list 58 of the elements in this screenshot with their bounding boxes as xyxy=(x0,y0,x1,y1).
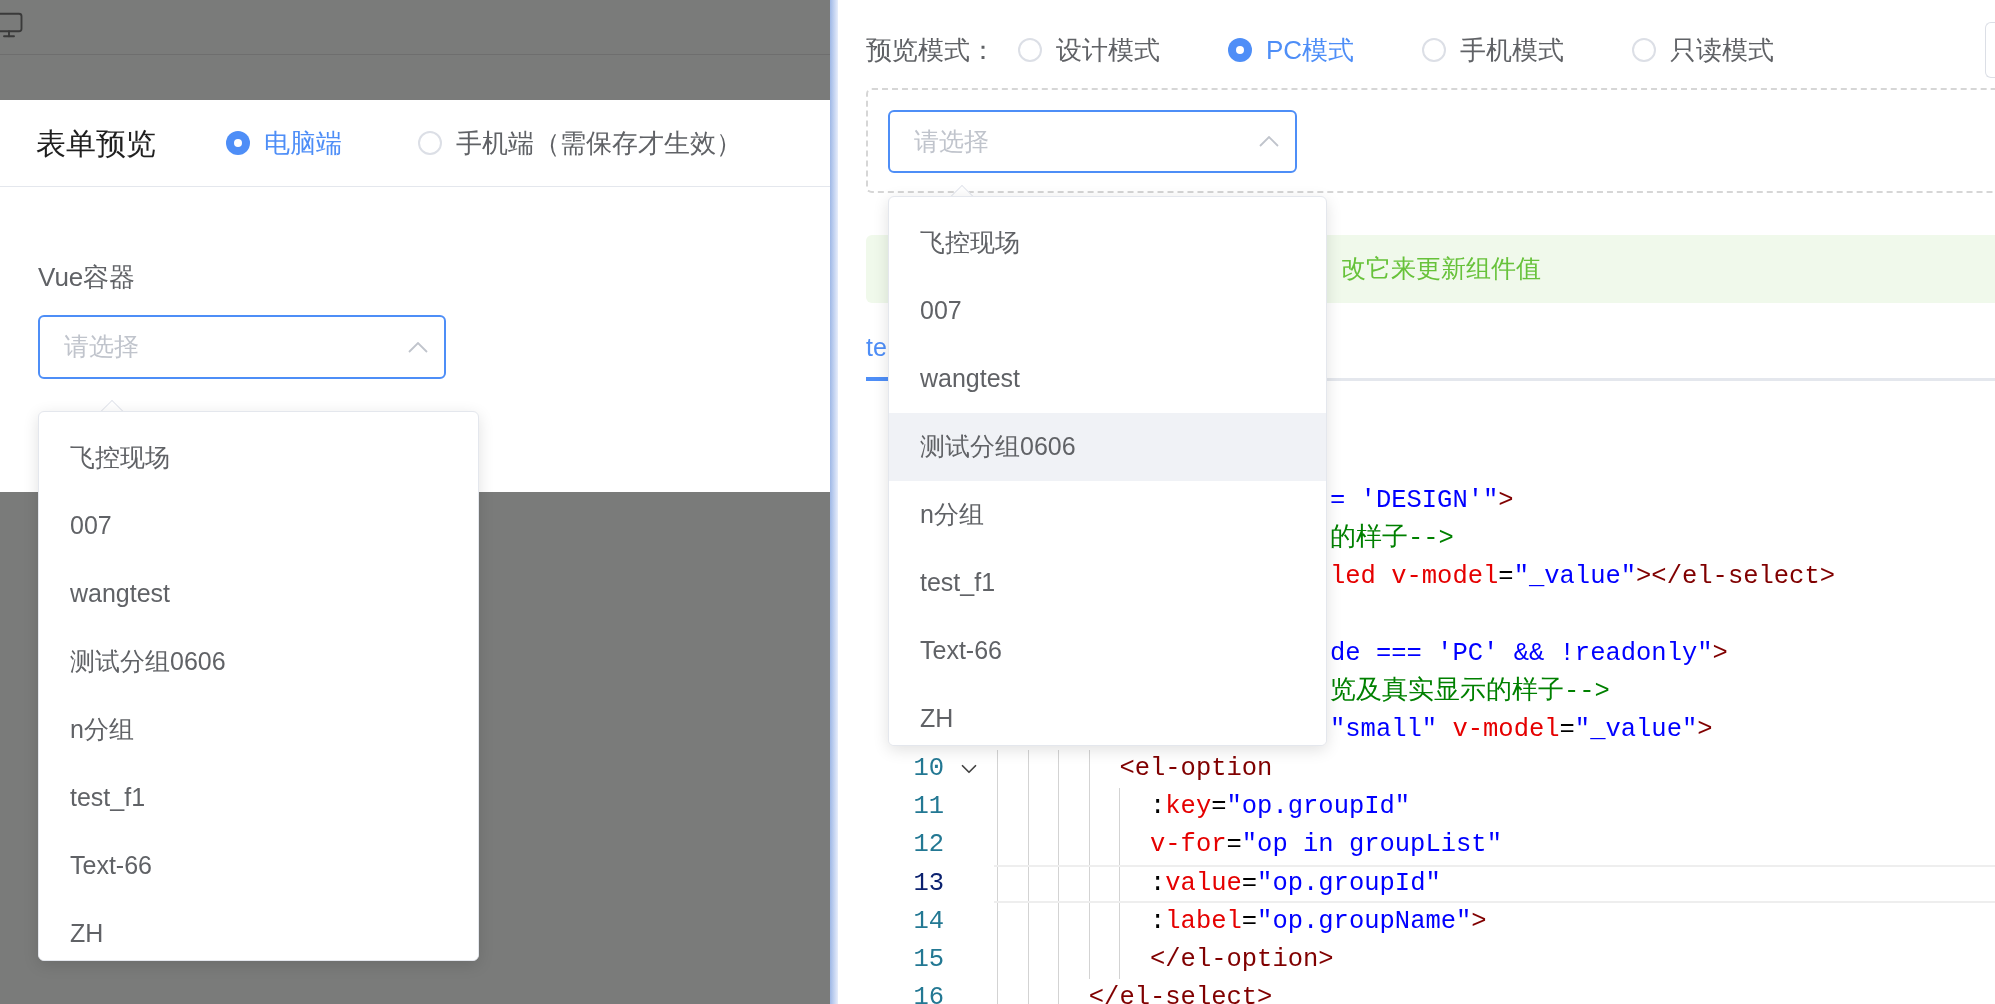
dropdown-option[interactable]: 飞控现场 xyxy=(889,209,1326,277)
select-placeholder: 请选择 xyxy=(914,125,989,157)
line-number: 10 xyxy=(913,753,944,783)
field-label: Vue容器 xyxy=(38,262,137,292)
code-text: </el-option> xyxy=(1149,944,1334,977)
radio-label: PC模式 xyxy=(1266,33,1355,67)
radio-button[interactable] xyxy=(1018,38,1042,62)
code-text: 览及真实显示的样子--> xyxy=(1330,675,1610,709)
radio-label: 只读模式 xyxy=(1670,33,1775,67)
dropdown-option[interactable]: Text-66 xyxy=(889,617,1326,685)
dropdown-option[interactable]: 测试分组0606 xyxy=(39,628,478,696)
button[interactable] xyxy=(1985,22,1995,78)
dropdown-option[interactable]: n分组 xyxy=(39,696,478,764)
dropdown-option[interactable]: 飞控现场 xyxy=(39,424,478,492)
radio-button[interactable] xyxy=(1632,38,1657,62)
dropdown-option[interactable]: test_f1 xyxy=(889,549,1326,617)
line-number: 14 xyxy=(913,906,944,936)
line-number: 15 xyxy=(913,945,944,975)
code-text: de === 'PC' && !readonly"> xyxy=(1330,637,1728,670)
radio-label: 电脑端 xyxy=(264,126,342,160)
mode-label: 预览模式： xyxy=(866,33,996,67)
dropdown-option[interactable]: 007 xyxy=(39,492,478,560)
line-number: 13 xyxy=(913,868,944,898)
code-text: </el-select> xyxy=(1088,982,1273,1004)
dropdown-option[interactable]: wangtest xyxy=(39,560,478,628)
monitor-icon[interactable] xyxy=(0,10,24,40)
dropdown-option[interactable]: Text-66 xyxy=(39,832,478,900)
dropdown-option[interactable]: 007 xyxy=(889,277,1326,345)
code-text: "small" v-model="_value"> xyxy=(1330,714,1713,747)
chevron-up-icon xyxy=(1259,136,1279,147)
radio-label: 手机端（需保存才生效） xyxy=(456,126,742,160)
radio-label: 设计模式 xyxy=(1056,33,1160,67)
radio-button[interactable] xyxy=(418,131,442,155)
code-text: led v-model="_value"></el-select> xyxy=(1330,561,1835,594)
dropdown-option[interactable]: ZH xyxy=(889,685,1326,745)
dropdown-option[interactable]: 测试分组0606 xyxy=(889,413,1326,481)
code-text: :label="op.groupName"> xyxy=(1149,905,1487,938)
dialog-title: 表单预览 xyxy=(36,125,156,162)
radio-button[interactable] xyxy=(1228,38,1252,62)
code-text: :key="op.groupId" xyxy=(1149,791,1411,823)
dropdown-option[interactable]: wangtest xyxy=(889,345,1326,413)
radio-label: 手机模式 xyxy=(1460,33,1565,67)
line-number: 12 xyxy=(913,830,944,860)
code-text: v-for="op in groupList" xyxy=(1149,829,1502,862)
radio-button[interactable] xyxy=(1422,38,1447,62)
line-number: 16 xyxy=(913,983,944,1004)
radio-button[interactable] xyxy=(226,131,250,155)
dropdown-option[interactable]: test_f1 xyxy=(39,764,478,832)
code-text: :value="op.groupId" xyxy=(1149,867,1441,900)
chevron-up-icon xyxy=(408,341,428,353)
code-text: 的样子--> xyxy=(1330,522,1454,555)
code-text: = 'DESIGN'"> xyxy=(1330,484,1514,517)
alert-text: 改它来更新组件值 xyxy=(1341,253,1541,285)
dropdown-option[interactable]: n分组 xyxy=(889,481,1326,549)
line-number: 11 xyxy=(913,792,944,821)
select-placeholder: 请选择 xyxy=(64,331,139,363)
code-text: <el-option xyxy=(1119,752,1273,785)
dropdown-option[interactable]: ZH xyxy=(39,900,478,960)
